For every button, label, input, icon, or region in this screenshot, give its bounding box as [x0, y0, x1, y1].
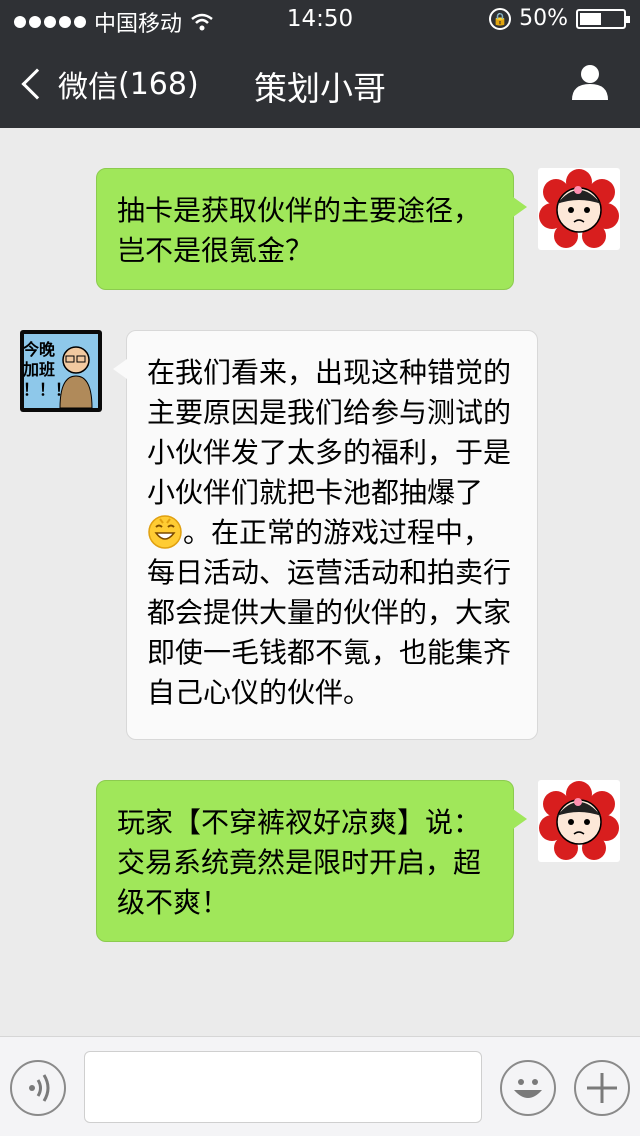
input-bar — [0, 1036, 640, 1136]
nav-bar: 微信 (168) 策划小哥 — [0, 40, 640, 128]
flower-girl-avatar-icon — [538, 168, 620, 250]
voice-icon — [29, 1074, 50, 1102]
emoji-button[interactable] — [500, 1060, 556, 1116]
battery-percent: 50% — [519, 6, 568, 31]
status-right: 🔒 50% — [489, 6, 630, 31]
voice-button[interactable] — [10, 1060, 66, 1116]
flower-girl-avatar-icon — [538, 780, 620, 862]
message-bubble-outgoing[interactable]: 抽卡是获取伙伴的主要途径， 岂不是很氪金？ — [96, 168, 527, 290]
rotation-lock-icon: 🔒 — [489, 7, 512, 30]
message-input[interactable] — [84, 1051, 482, 1123]
avatar-caption: 今晚 加班 ！！！ — [23, 340, 72, 399]
chat-title: 策划小哥 — [254, 69, 386, 108]
message-text: 抽卡是获取伙伴的主要途径， 岂不是很氪金？ — [117, 194, 482, 267]
message-text-part2: 。在正常的游戏过程中， 每日活动、运营活动和拍卖行 都会提供大量的伙伴的，大家 … — [147, 516, 512, 709]
plus-icon — [587, 1073, 617, 1103]
grin-emoji-icon — [148, 515, 182, 549]
profile-icon[interactable] — [570, 62, 610, 102]
message-text: 玩家【不穿裤衩好凉爽】说： 交易系统竟然是限时开启，超 级不爽！ — [117, 806, 482, 919]
top-bar: 中国移动 14:50 🔒 50% 微信 (168) 策划小哥 — [0, 0, 640, 128]
message-bubble-incoming[interactable]: 在我们看来，出现这种错觉的 主要原因是我们给参与测试的 小伙伴发了太多的福利，于… — [113, 330, 538, 740]
battery-icon — [576, 8, 630, 29]
message-bubble-outgoing[interactable]: 玩家【不穿裤衩好凉爽】说： 交易系统竟然是限时开启，超 级不爽！ — [96, 780, 527, 942]
my-avatar[interactable] — [538, 168, 620, 250]
more-button[interactable] — [574, 1060, 630, 1116]
contact-avatar[interactable]: 今晚 加班 ！！！ — [20, 330, 102, 412]
smiley-icon — [514, 1079, 542, 1098]
chat-area[interactable]: 抽卡是获取伙伴的主要途径， 岂不是很氪金？ 今晚 加班 ！！！ 在我们看来，出现… — [0, 128, 640, 1036]
message-text-part1: 在我们看来，出现这种错觉的 主要原因是我们给参与测试的 小伙伴发了太多的福利，于… — [147, 356, 512, 509]
my-avatar[interactable] — [538, 780, 620, 862]
status-bar: 中国移动 14:50 🔒 50% — [0, 0, 640, 40]
